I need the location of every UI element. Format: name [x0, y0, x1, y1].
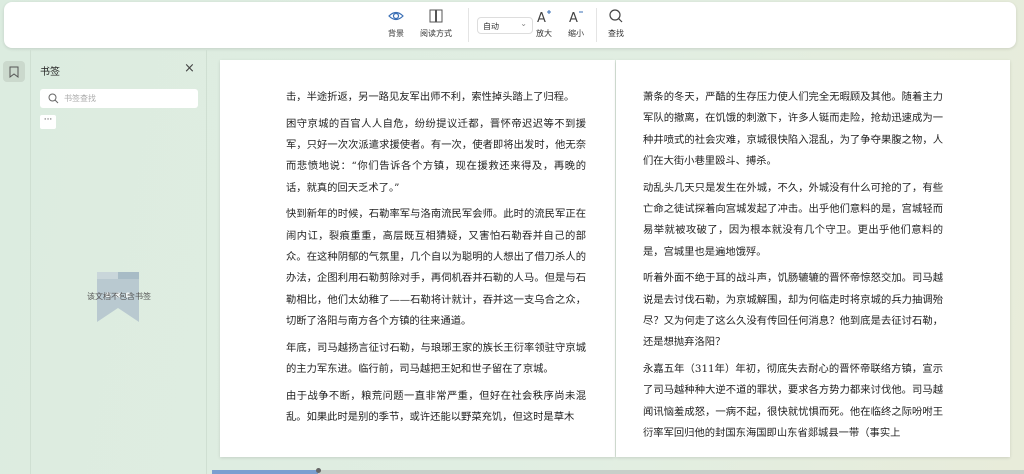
paragraph: 年底，司马越扬言征讨石勒，与琅琊王家的族长王衍率领驻守京城的主力军东进。临行前，…: [286, 341, 586, 376]
bookmark-search-input[interactable]: 书签查找: [40, 89, 198, 108]
chevron-down-icon: ⌄: [520, 19, 527, 28]
panel-title: 书签: [40, 67, 60, 78]
progress-fill: [212, 470, 318, 474]
paragraph: 击，半途折返，另一路见友军出师不利，索性掉头踏上了归程。: [286, 91, 575, 103]
paragraph: 听着外面不绝于耳的战斗声，饥肠辘辘的晋怀帝惊怒交加。司马越说是去讨伐石勒，为京城…: [643, 272, 943, 349]
more-button[interactable]: ···: [40, 115, 56, 129]
zoom-in-button[interactable]: A 放大: [536, 8, 552, 39]
background-button[interactable]: 背景: [388, 8, 404, 39]
divider: [468, 8, 469, 42]
background-label: 背景: [388, 29, 404, 38]
eye-icon: [388, 11, 404, 21]
zoom-out-label: 缩小: [568, 29, 584, 38]
reading-mode-label: 阅读方式: [420, 29, 452, 38]
paragraph: 永嘉五年（311年）年初，彻底失去耐心的晋怀帝联络方镇，宣示了司马越种种大逆不道…: [643, 363, 943, 439]
paragraph: 困守京城的百官人人自危，纷纷提议迁都，晋怀帝迟迟等不到援军，只好一次次派遣求援使…: [286, 117, 586, 194]
svg-text:A: A: [537, 11, 546, 24]
sidebar-rail: [0, 50, 31, 474]
document-page-left: 击，半途折返，另一路见友军出师不利，索性掉头踏上了归程。 困守京城的百官人人自危…: [220, 60, 615, 457]
divider: [596, 8, 597, 42]
toolbar: 背景 阅读方式 自动 ⌄ A 放大 A 缩小 查找: [4, 2, 1016, 48]
search-icon: [609, 9, 623, 23]
search-icon: [48, 93, 59, 104]
document-page-right: 萧条的冬天，严酷的生存压力使人们完全无暇顾及其他。随着主力军队的撤离，在饥饿的刺…: [616, 60, 1010, 457]
paragraph: 由于战争不断，粮荒问题一直非常严重，但好在社会秩序尚未混乱。如果此时是别的季节，…: [286, 389, 586, 424]
paragraph: 快到新年的时候，石勒率军与洛南流民军会师。此时的流民军正在闹内讧，裂痕重重，高层…: [286, 208, 586, 327]
zoom-select-value: 自动: [483, 22, 499, 31]
svg-text:A: A: [569, 11, 578, 24]
bookmark-tab[interactable]: [3, 61, 25, 82]
font-increase-icon: A: [537, 10, 551, 24]
font-decrease-icon: A: [569, 11, 583, 24]
zoom-select[interactable]: 自动 ⌄: [477, 17, 533, 34]
paragraph: 动乱头几天只是发生在外城，不久，外城没有什么可抢的了，有些亡命之徒试探着向宫城发…: [643, 181, 943, 258]
close-icon[interactable]: ×: [184, 61, 195, 76]
empty-message: 该文档不包含书签: [87, 292, 151, 301]
reading-mode-button[interactable]: 阅读方式: [420, 8, 452, 39]
zoom-in-label: 放大: [536, 29, 552, 38]
zoom-out-button[interactable]: A 缩小: [568, 8, 584, 39]
paragraph: 萧条的冬天，严酷的生存压力使人们完全无暇顾及其他。随着主力军队的撤离，在饥饿的刺…: [643, 91, 943, 167]
find-label: 查找: [608, 29, 624, 38]
search-placeholder: 书签查找: [64, 94, 96, 103]
progress-handle[interactable]: [315, 468, 321, 473]
find-button[interactable]: 查找: [608, 8, 624, 39]
book-icon: [429, 9, 443, 23]
bookmark-panel: 书签 × 书签查找 ···: [31, 50, 207, 474]
reading-progress-bar[interactable]: [212, 468, 1024, 474]
bookmark-icon: [9, 66, 19, 78]
